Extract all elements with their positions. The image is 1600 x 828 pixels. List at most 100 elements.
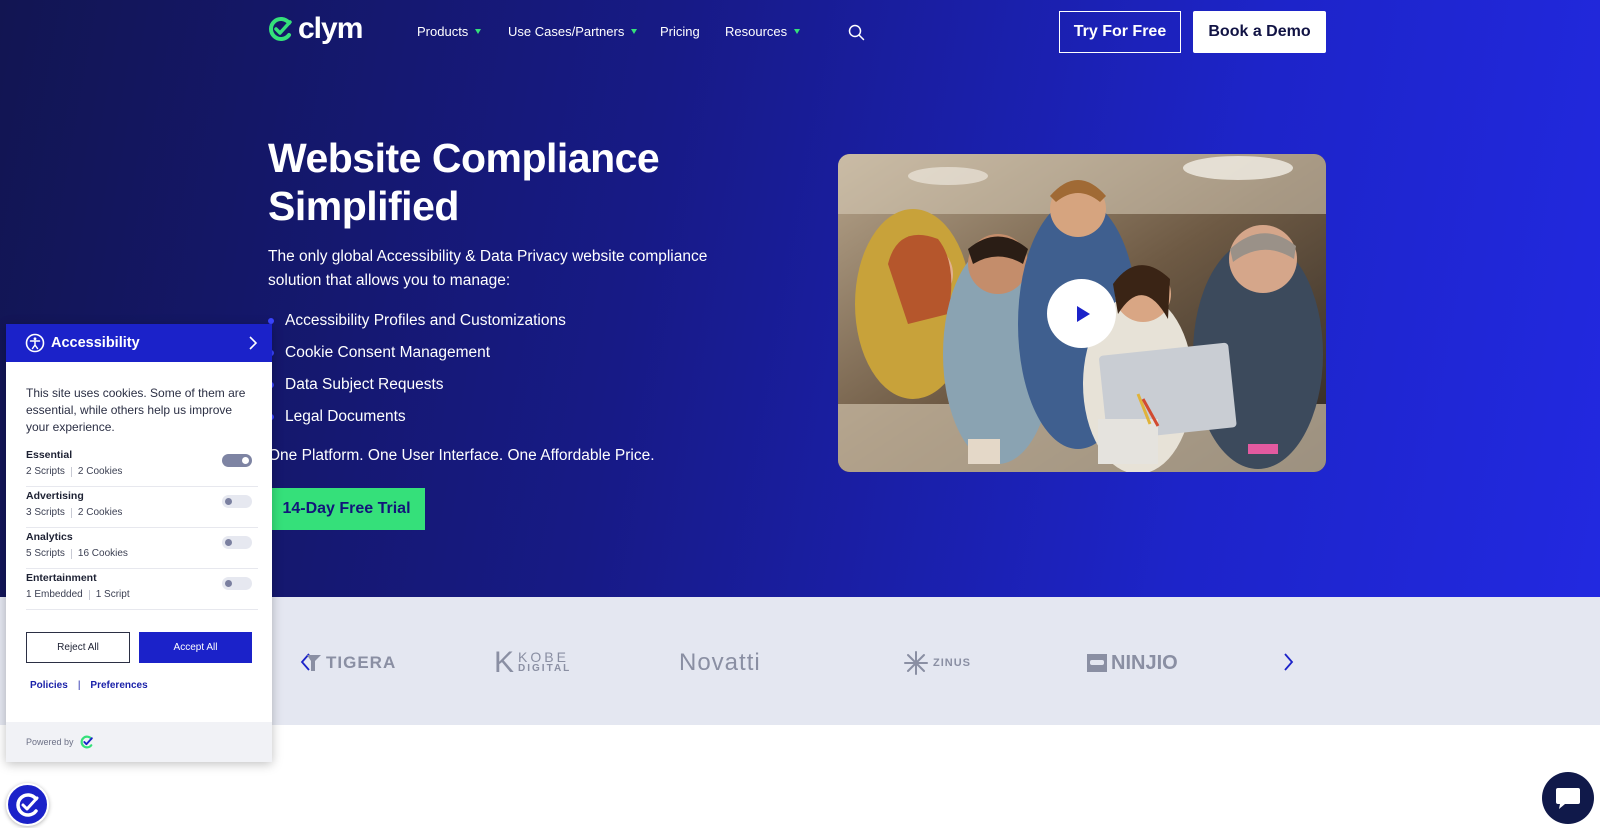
nav-pricing[interactable]: Pricing — [660, 24, 700, 39]
feature-item: Cookie Consent Management — [268, 341, 566, 373]
hero-intro: The only global Accessibility & Data Pri… — [268, 248, 708, 289]
category-meta: 3 Scripts 2 Cookies — [26, 507, 122, 518]
nav-use-cases-label: Use Cases/Partners — [508, 24, 625, 39]
zinus-logo-text: ZINUS — [933, 657, 971, 669]
category-name: Advertising — [26, 490, 84, 502]
essential-toggle[interactable] — [222, 454, 252, 467]
tigera-logo: TIGERA — [306, 650, 396, 676]
chat-button[interactable] — [1542, 772, 1594, 824]
toggle-knob — [225, 498, 232, 505]
cookie-category-entertainment: Entertainment 1 Embedded 1 Script — [26, 569, 258, 610]
tigera-mark-icon — [307, 655, 321, 671]
category-cookies: 1 Script — [95, 589, 130, 600]
zinus-logo: ZINUS — [903, 650, 971, 676]
category-meta: 5 Scripts 16 Cookies — [26, 548, 128, 559]
cookie-category-essential: Essential 2 Scripts 2 Cookies — [26, 446, 258, 487]
feature-text: Cookie Consent Management — [285, 344, 491, 361]
feature-item: Legal Documents — [268, 405, 566, 437]
category-scripts: 5 Scripts — [26, 548, 65, 559]
category-scripts: 1 Embedded — [26, 589, 83, 600]
clym-check-icon — [15, 792, 38, 817]
hero-tagline: One Platform. One User Interface. One Af… — [268, 447, 655, 464]
caret-down-icon — [475, 29, 482, 34]
ninjio-logo-text: NINJIO — [1111, 651, 1178, 674]
accessibility-title: Accessibility — [51, 335, 140, 351]
nav-products-label: Products — [417, 24, 469, 39]
toggle-knob — [225, 539, 232, 546]
feature-text: Accessibility Profiles and Customization… — [285, 312, 566, 329]
category-scripts: 2 Scripts — [26, 466, 65, 477]
free-trial-button[interactable]: 14-Day Free Trial — [268, 488, 425, 530]
play-icon — [1076, 305, 1090, 322]
preferences-link[interactable]: Preferences — [90, 680, 147, 691]
chevron-right-icon[interactable] — [1280, 651, 1296, 673]
feature-item: Accessibility Profiles and Customization… — [268, 309, 566, 341]
kobe-logo-subword: DIGITAL — [518, 663, 572, 674]
nav-resources-label: Resources — [725, 24, 788, 39]
kobe-logo-text: KOBE DIGITAL — [518, 649, 572, 675]
cookie-category-advertising: Advertising 3 Scripts 2 Cookies — [26, 487, 258, 528]
novatti-logo-text: Novatti — [679, 649, 761, 676]
category-scripts: 3 Scripts — [26, 507, 65, 518]
search-icon[interactable] — [848, 24, 865, 41]
clym-widget-button[interactable] — [6, 783, 49, 826]
analytics-toggle[interactable] — [222, 536, 252, 549]
powered-by-footer: Powered by — [6, 722, 272, 762]
zinus-flower-icon — [904, 651, 928, 675]
feature-list: Accessibility Profiles and Customization… — [268, 309, 566, 437]
category-cookies: 2 Cookies — [77, 466, 123, 477]
kobe-digital-logo: K KOBE DIGITAL — [494, 646, 572, 679]
caret-down-icon — [794, 29, 801, 34]
play-button[interactable] — [1047, 279, 1116, 348]
toggle-knob — [225, 580, 232, 587]
kobe-k-mark: K — [494, 646, 515, 679]
try-for-free-button[interactable]: Try For Free — [1059, 11, 1181, 53]
category-meta: 2 Scripts 2 Cookies — [26, 466, 122, 477]
hero-title: Website Compliance Simplified — [268, 135, 660, 229]
feature-item: Data Subject Requests — [268, 373, 566, 405]
clym-small-logo-icon[interactable] — [80, 735, 94, 749]
feature-text: Data Subject Requests — [285, 376, 444, 393]
clym-logo-icon — [269, 17, 292, 41]
entertainment-toggle[interactable] — [222, 577, 252, 590]
category-meta: 1 Embedded 1 Script — [26, 589, 130, 600]
category-cookies: 16 Cookies — [77, 548, 128, 559]
chat-bubble-icon — [1556, 788, 1580, 809]
book-demo-button[interactable]: Book a Demo — [1193, 11, 1326, 53]
nav-use-cases[interactable]: Use Cases/Partners — [508, 24, 638, 39]
consent-links: Policies | Preferences — [30, 680, 148, 691]
divider — [70, 466, 72, 477]
reject-all-button[interactable]: Reject All — [26, 632, 130, 663]
link-divider: | — [77, 680, 81, 691]
cookie-category-analytics: Analytics 5 Scripts 16 Cookies — [26, 528, 258, 569]
ninjio-mask-icon — [1087, 654, 1107, 672]
caret-down-icon — [631, 29, 638, 34]
policies-link[interactable]: Policies — [30, 680, 68, 691]
kobe-logo-word: KOBE — [518, 649, 569, 665]
category-name: Analytics — [26, 531, 73, 543]
chevron-right-icon — [249, 336, 258, 350]
advertising-toggle[interactable] — [222, 495, 252, 508]
nav-resources[interactable]: Resources — [725, 24, 801, 39]
feature-text: Legal Documents — [285, 408, 406, 425]
top-navigation: clym Products Use Cases/Partners Pricing… — [0, 0, 1600, 64]
powered-by-text: Powered by — [26, 737, 74, 747]
accessibility-toggle[interactable]: Accessibility — [6, 324, 272, 362]
logo-wordmark: clym — [298, 12, 363, 45]
accept-all-button[interactable]: Accept All — [139, 632, 252, 663]
hero-video[interactable] — [838, 154, 1326, 472]
consent-panel: Accessibility This site uses cookies. So… — [6, 324, 272, 762]
category-name: Essential — [26, 449, 73, 461]
nav-pricing-label: Pricing — [660, 24, 700, 39]
nav-products[interactable]: Products — [417, 24, 482, 39]
tigera-logo-text: TIGERA — [326, 653, 397, 672]
category-name: Entertainment — [26, 572, 97, 584]
divider — [70, 548, 72, 559]
ninjio-logo: NINJIO — [1087, 650, 1178, 676]
cookie-notice-text: This site uses cookies. Some of them are… — [26, 386, 246, 434]
clym-logo[interactable]: clym — [268, 12, 363, 45]
category-cookies: 2 Cookies — [77, 507, 123, 518]
toggle-knob — [242, 457, 249, 464]
divider — [70, 507, 72, 518]
accessibility-icon — [25, 333, 45, 353]
